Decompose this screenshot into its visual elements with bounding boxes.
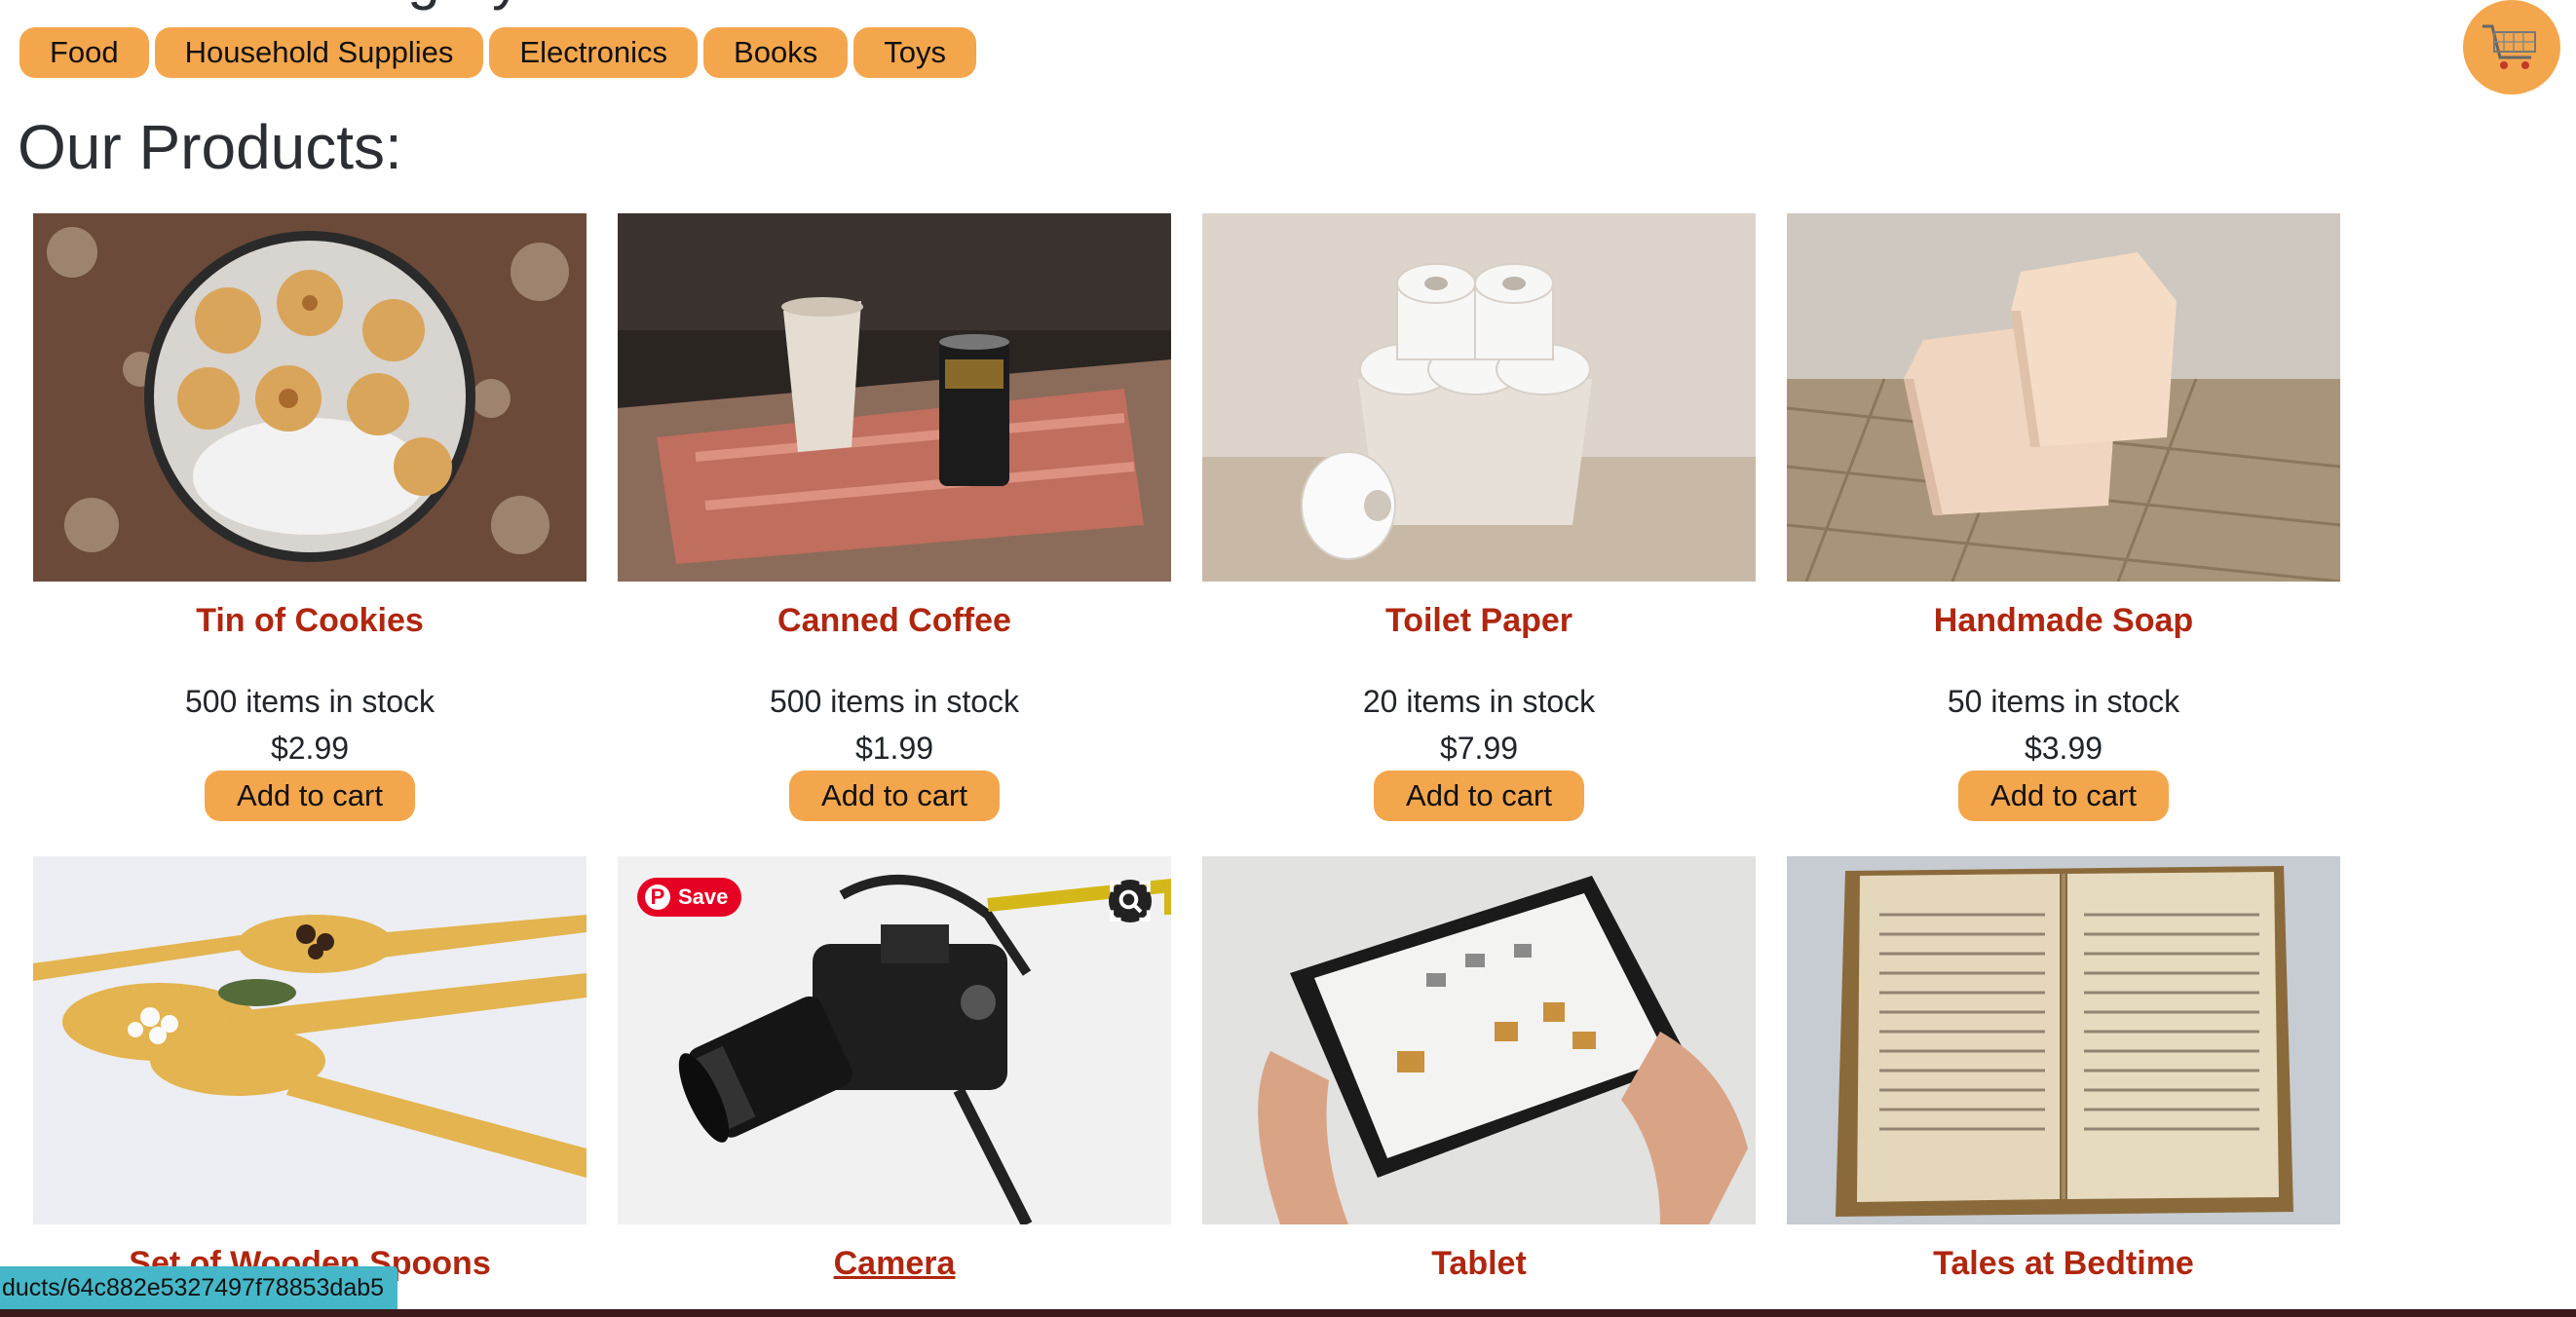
category-books[interactable]: Books: [703, 27, 849, 78]
product-image-tablet[interactable]: [1202, 856, 1756, 1224]
pinterest-icon: P: [645, 884, 670, 910]
category-toys[interactable]: Toys: [853, 27, 976, 78]
pinterest-save-button[interactable]: P Save: [637, 878, 742, 917]
product-stock: 50 items in stock: [1947, 684, 2180, 719]
save-label: Save: [678, 884, 729, 909]
category-electronics[interactable]: Electronics: [489, 27, 699, 78]
add-to-cart-button[interactable]: Add to cart: [789, 771, 1000, 821]
product-name[interactable]: Handmade Soap: [1787, 601, 2340, 640]
product-name[interactable]: Tales at Bedtime: [1787, 1244, 2340, 1283]
product-price: $1.99: [854, 731, 934, 766]
category-food[interactable]: Food: [19, 27, 149, 78]
category-household-supplies[interactable]: Household Supplies: [154, 27, 484, 78]
product-name[interactable]: Camera: [618, 1244, 1171, 1283]
product-name[interactable]: Tablet: [1202, 1244, 1756, 1283]
product-image-wooden-spoons[interactable]: [33, 856, 587, 1224]
product-price: $2.99: [270, 731, 350, 766]
cart-button[interactable]: [2463, 0, 2560, 94]
product-card: Handmade Soap 50 items in stock $3.99 Ad…: [1787, 213, 2340, 821]
product-price: $3.99: [2024, 731, 2103, 766]
category-heading: Choose a Category: [18, 0, 521, 8]
product-card: Canned Coffee 500 items in stock $1.99 A…: [618, 213, 1171, 821]
product-image-tales-at-bedtime[interactable]: [1787, 856, 2340, 1224]
product-card: P Save Camera: [618, 856, 1171, 1283]
bottom-divider: [0, 1309, 2576, 1317]
products-heading: Our Products:: [18, 112, 402, 182]
product-stock: 20 items in stock: [1362, 684, 1596, 719]
product-image-handmade-soap[interactable]: [1787, 213, 2340, 582]
shopping-cart-icon: [2482, 24, 2536, 69]
status-bar-url: ducts/64c882e5327497f78853dab5: [0, 1266, 398, 1309]
product-image-toilet-paper[interactable]: [1202, 213, 1756, 582]
product-stock: 500 items in stock: [184, 684, 436, 719]
product-image-cookies[interactable]: [33, 213, 587, 582]
product-card: Set of Wooden Spoons: [33, 856, 587, 1283]
add-to-cart-button[interactable]: Add to cart: [1958, 771, 2169, 821]
add-to-cart-button[interactable]: Add to cart: [205, 771, 415, 821]
product-image-camera[interactable]: P Save: [618, 856, 1171, 1224]
product-card: Toilet Paper 20 items in stock $7.99 Add…: [1202, 213, 1756, 821]
product-name[interactable]: Tin of Cookies: [33, 601, 587, 640]
product-name[interactable]: Toilet Paper: [1202, 601, 1756, 640]
product-card: Tablet: [1202, 856, 1756, 1283]
product-image-canned-coffee[interactable]: [618, 213, 1171, 582]
product-stock: 500 items in stock: [769, 684, 1020, 719]
product-price: $7.99: [1439, 731, 1519, 766]
product-card: Tin of Cookies 500 items in stock $2.99 …: [33, 213, 587, 821]
visual-search-icon[interactable]: [1109, 880, 1152, 922]
product-name[interactable]: Canned Coffee: [618, 601, 1171, 640]
category-bar: Food Household Supplies Electronics Book…: [19, 27, 976, 78]
add-to-cart-button[interactable]: Add to cart: [1374, 771, 1584, 821]
product-card: Tales at Bedtime: [1787, 856, 2340, 1283]
